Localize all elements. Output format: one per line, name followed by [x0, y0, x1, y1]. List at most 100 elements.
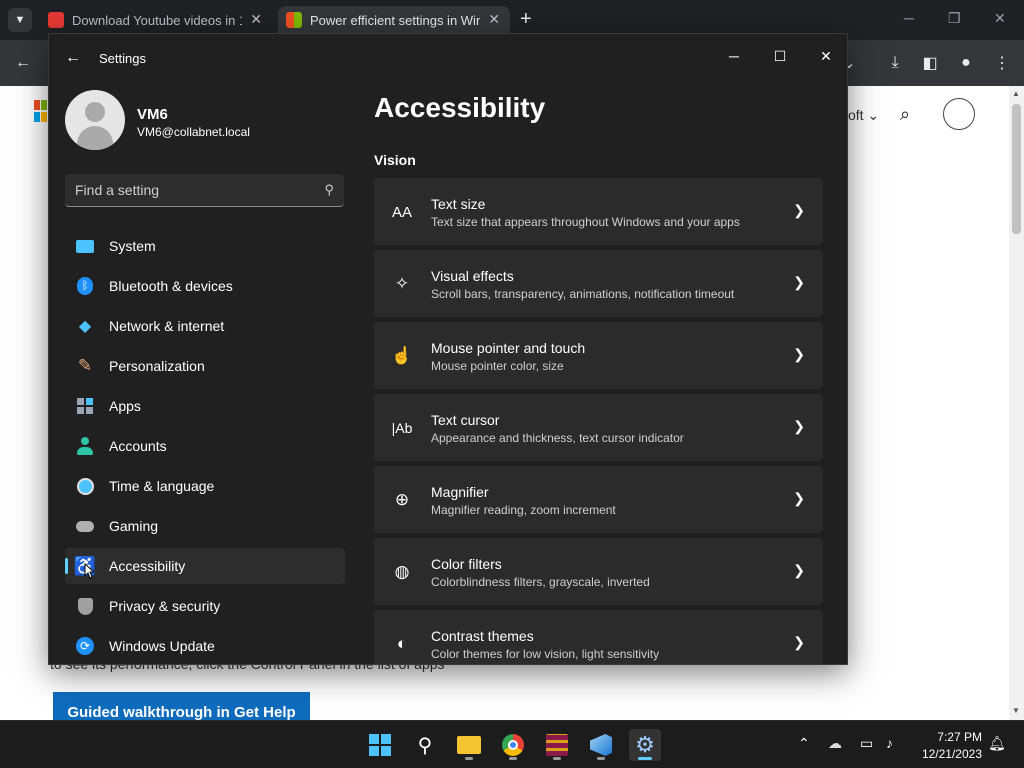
sidebar-item-personalization[interactable]: ✎ Personalization — [65, 348, 345, 384]
close-icon[interactable]: ✕ — [811, 42, 841, 70]
chevron-right-icon: ❯ — [793, 274, 805, 290]
clock-time[interactable]: 7:27 PM — [930, 730, 982, 744]
visual-studio-icon[interactable] — [585, 729, 617, 761]
sidebar-item-apps[interactable]: Apps — [65, 388, 345, 424]
side-panel-icon[interactable]: ◧ — [919, 52, 941, 74]
winrar-icon[interactable] — [541, 729, 573, 761]
download-icon[interactable]: ⤓ — [884, 52, 906, 74]
page-scrollbar[interactable]: ▲ ▼ — [1009, 86, 1024, 720]
chevron-down-icon: ▼ — [14, 14, 26, 26]
mouse-cursor-icon — [84, 563, 94, 579]
card-text-size[interactable]: AA Text size Text size that appears thro… — [374, 178, 823, 245]
close-tab-icon[interactable]: ✕ — [488, 11, 500, 28]
browser-minimize-icon[interactable]: ─ — [904, 10, 914, 26]
clock-date[interactable]: 12/21/2023 — [914, 747, 982, 761]
nav-link-label: oft — [848, 107, 864, 123]
card-subtitle: Scroll bars, transparency, animations, n… — [431, 287, 735, 301]
file-explorer-icon[interactable] — [453, 729, 485, 761]
chevron-right-icon: ❯ — [793, 202, 805, 218]
microsoft-favicon-icon — [286, 12, 302, 28]
search-icon[interactable]: ⚲ — [324, 182, 334, 198]
avatar — [65, 90, 125, 150]
windows-start-icon[interactable] — [364, 729, 396, 761]
scroll-thumb[interactable] — [1012, 104, 1021, 234]
tab-search-dropdown[interactable]: ▼ — [8, 8, 32, 32]
card-mouse-pointer-touch[interactable]: ☝ Mouse pointer and touch Mouse pointer … — [374, 322, 823, 389]
sidebar-item-label: System — [109, 238, 156, 254]
sidebar-item-label: Accessibility — [109, 558, 186, 574]
search-icon[interactable]: ⚲ — [409, 729, 441, 761]
chrome-icon[interactable] — [497, 729, 529, 761]
account-icon[interactable] — [943, 98, 975, 130]
card-title: Text size — [431, 196, 486, 212]
card-subtitle: Colorblindness filters, grayscale, inver… — [431, 575, 650, 589]
card-title: Magnifier — [431, 484, 489, 500]
network-icon[interactable]: ▭ — [860, 735, 873, 752]
sidebar-item-time-language[interactable]: Time & language — [65, 468, 345, 504]
sidebar-item-system[interactable]: System — [65, 228, 345, 264]
tab-title: Power efficient settings in Windows — [310, 12, 480, 28]
volume-icon[interactable]: ♪ — [886, 735, 893, 751]
sidebar-item-gaming[interactable]: Gaming — [65, 508, 345, 544]
card-title: Color filters — [431, 556, 502, 572]
nav-link-microsoft[interactable]: oft ⌄ — [848, 107, 879, 124]
section-heading-vision: Vision — [374, 152, 416, 168]
shield-icon — [75, 596, 95, 616]
card-color-filters[interactable]: ◍ Color filters Colorblindness filters, … — [374, 538, 823, 605]
settings-window: ← Settings ─ ☐ ✕ VM6 VM6@collabnet.local… — [48, 33, 848, 665]
sidebar-item-accounts[interactable]: Accounts — [65, 428, 345, 464]
bluetooth-icon: ᛒ — [75, 276, 95, 296]
gamepad-icon — [75, 516, 95, 536]
microsoft-logo-icon — [34, 100, 48, 124]
download-favicon-icon — [48, 12, 64, 28]
search-icon[interactable]: ⌕ — [900, 104, 922, 126]
profile-icon[interactable]: ● — [955, 52, 977, 74]
maximize-icon[interactable]: ☐ — [765, 42, 795, 70]
chevron-right-icon: ❯ — [793, 418, 805, 434]
wifi-icon: ◆ — [78, 318, 92, 335]
globe-clock-icon — [75, 476, 95, 496]
card-title: Text cursor — [431, 412, 500, 428]
sidebar-item-bluetooth[interactable]: ᛒ Bluetooth & devices — [65, 268, 345, 304]
browser-tab-youtube[interactable]: Download Youtube videos in 10 ✕ — [40, 6, 272, 34]
notification-bell-icon[interactable]: 🔔︎ — [988, 735, 1006, 752]
browser-close-icon[interactable]: ✕ — [994, 10, 1006, 27]
card-contrast-themes[interactable]: ◐ Contrast themes Color themes for low v… — [374, 610, 823, 664]
minimize-icon[interactable]: ─ — [719, 42, 749, 70]
sidebar-item-privacy-security[interactable]: Privacy & security — [65, 588, 345, 624]
card-magnifier[interactable]: ⊕ Magnifier Magnifier reading, zoom incr… — [374, 466, 823, 533]
sidebar-item-accessibility[interactable]: ♿ Accessibility — [65, 548, 345, 584]
text-cursor-icon: |Ab — [391, 420, 413, 436]
sidebar-item-network[interactable]: ◆ Network & internet — [65, 308, 345, 344]
sidebar-item-label: Privacy & security — [109, 598, 221, 614]
user-email: VM6@collabnet.local — [137, 125, 250, 139]
back-arrow-icon[interactable]: ← — [63, 48, 83, 68]
tab-title: Download Youtube videos in 10 — [72, 12, 242, 28]
close-tab-icon[interactable]: ✕ — [250, 11, 262, 28]
sidebar-item-label: Gaming — [109, 518, 159, 534]
browser-restore-icon[interactable]: ❐ — [948, 10, 961, 27]
settings-gear-icon[interactable]: ⚙ — [629, 729, 661, 761]
card-visual-effects[interactable]: ✧ Visual effects Scroll bars, transparen… — [374, 250, 823, 317]
chevron-up-icon[interactable]: ⌃ — [798, 735, 810, 752]
scroll-up-icon[interactable]: ▲ — [1012, 89, 1020, 98]
chevron-right-icon: ❯ — [793, 346, 805, 362]
card-text-cursor[interactable]: |Ab Text cursor Appearance and thickness… — [374, 394, 823, 461]
sidebar-item-label: Bluetooth & devices — [109, 278, 233, 294]
page-title: Accessibility — [374, 92, 546, 123]
monitor-icon — [75, 236, 95, 256]
onedrive-icon[interactable]: ☁ — [828, 735, 842, 752]
chevron-right-icon: ❯ — [793, 562, 805, 578]
browser-tab-power-settings[interactable]: Power efficient settings in Windows ✕ — [278, 6, 510, 34]
sidebar-item-label: Time & language — [109, 478, 215, 494]
settings-titlebar: ← Settings ─ ☐ ✕ — [49, 34, 847, 82]
card-title: Visual effects — [431, 268, 514, 284]
plus-icon[interactable]: + — [520, 8, 532, 31]
sidebar-item-windows-update[interactable]: ⟳ Windows Update — [65, 628, 345, 664]
scroll-down-icon[interactable]: ▼ — [1012, 706, 1020, 715]
more-menu-icon[interactable]: ⋮ — [991, 52, 1013, 74]
taskbar: ⚲ ⚙ ⌃ ☁ ▭ ♪ 7:27 PM 12/21/2023 🔔︎ — [0, 720, 1024, 768]
search-input[interactable] — [65, 174, 305, 206]
magnifier-icon: ⊕ — [394, 490, 410, 509]
back-arrow-icon[interactable]: ← — [12, 52, 34, 74]
